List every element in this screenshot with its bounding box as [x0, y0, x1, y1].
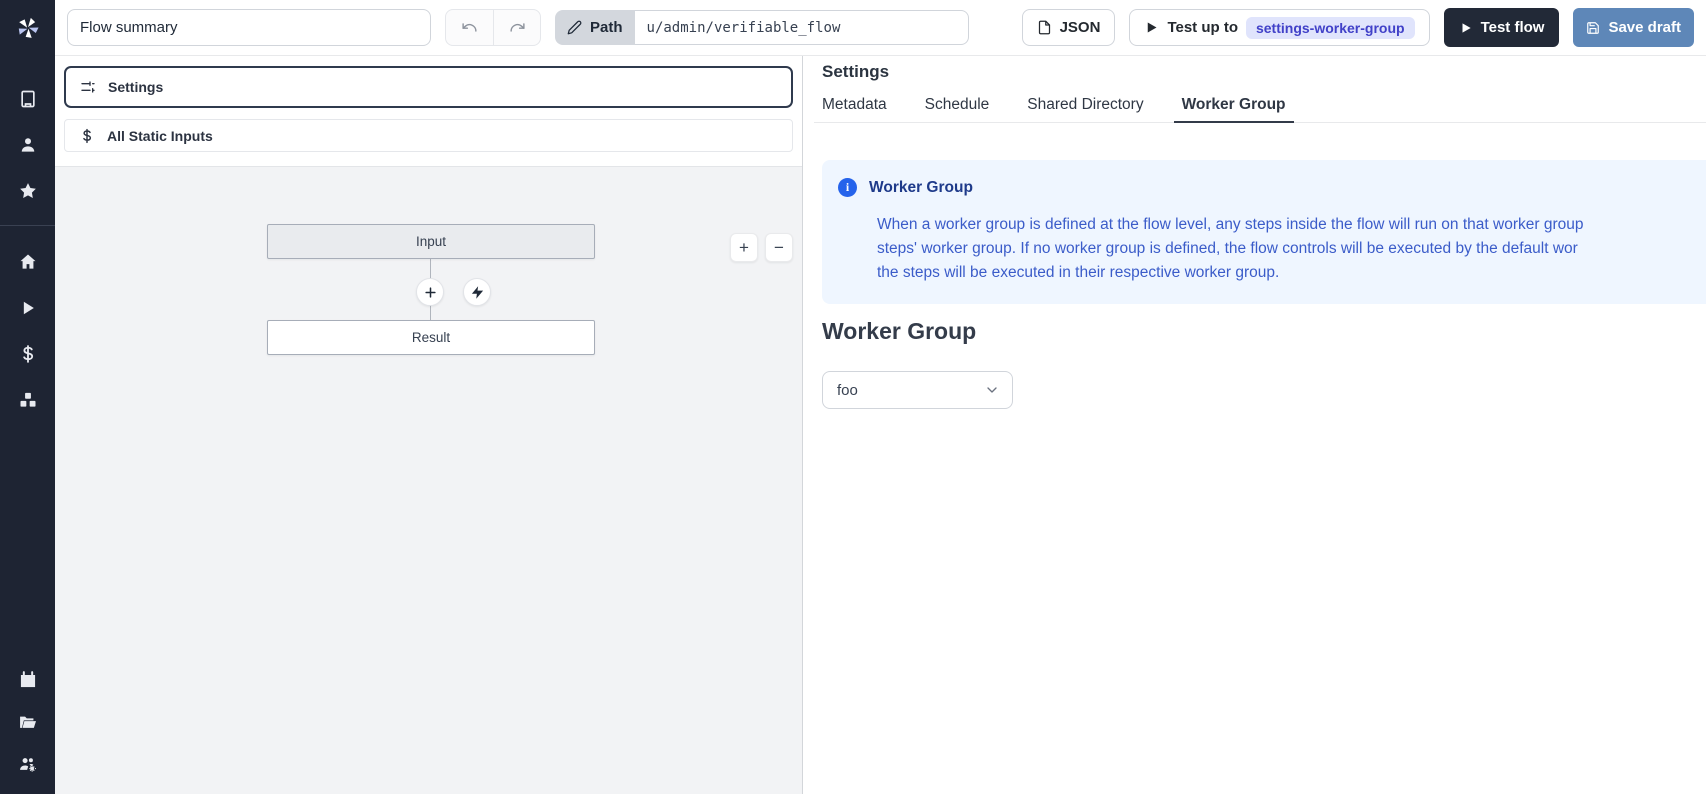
info-line: the steps will be executed in their resp… [877, 261, 1706, 285]
sidebar-item-favorites[interactable] [8, 171, 48, 211]
worker-group-info-box: i Worker Group When a worker group is de… [822, 160, 1706, 304]
settings-tabs: Metadata Schedule Shared Directory Worke… [814, 89, 1706, 123]
all-static-inputs-row[interactable]: All Static Inputs [64, 119, 793, 152]
zoom-out-button[interactable]: − [765, 233, 793, 262]
test-up-to-label: Test up to [1167, 19, 1238, 36]
flow-editor-app: Path JSON Test up to settings-worker-gro… [0, 0, 1706, 794]
building-icon [18, 89, 38, 109]
dollar-icon [79, 128, 95, 144]
play-icon [18, 298, 38, 318]
undo-button[interactable] [446, 10, 493, 45]
user-icon [18, 135, 38, 155]
info-line: steps' worker group. If no worker group … [877, 237, 1706, 261]
sidebar-item-workers[interactable] [8, 744, 48, 784]
sliders-icon [80, 79, 96, 95]
star-icon [18, 181, 38, 201]
sidebar-item-home[interactable] [8, 242, 48, 282]
sidebar-item-resources[interactable] [8, 380, 48, 420]
undo-icon [461, 19, 478, 36]
test-flow-label: Test flow [1481, 19, 1545, 36]
dollar-icon [18, 344, 38, 364]
sidebar-bottom-group [8, 658, 48, 794]
flow-graph-canvas[interactable]: Input Result + [55, 166, 802, 794]
sidebar-item-schedules[interactable] [8, 660, 48, 700]
save-icon [1586, 21, 1600, 35]
zoom-in-button[interactable]: + [730, 233, 758, 262]
users-gear-icon [18, 754, 38, 774]
info-box-header: i Worker Group [838, 178, 1706, 197]
info-box-title: Worker Group [869, 179, 973, 197]
input-node-label: Input [416, 234, 446, 249]
test-flow-button[interactable]: Test flow [1444, 8, 1560, 47]
test-up-to-step-badge: settings-worker-group [1246, 17, 1415, 39]
redo-button[interactable] [493, 10, 540, 45]
plus-icon [423, 285, 438, 300]
save-draft-button[interactable]: Save draft [1573, 8, 1694, 47]
topbar: Path JSON Test up to settings-worker-gro… [55, 0, 1706, 56]
worker-group-heading: Worker Group [822, 318, 976, 345]
cubes-icon [18, 390, 38, 410]
sidebar-divider [0, 225, 55, 226]
tab-metadata[interactable]: Metadata [814, 89, 895, 123]
play-icon [1459, 21, 1473, 35]
folder-open-icon [18, 712, 38, 732]
flow-settings-row[interactable]: Settings [64, 66, 793, 108]
json-button-label: JSON [1060, 19, 1101, 36]
add-step-button[interactable] [416, 278, 444, 306]
content: Settings All Static Inputs Input [55, 56, 1706, 794]
flow-settings-label: Settings [108, 79, 163, 95]
path-button-label: Path [590, 19, 623, 36]
worker-group-select-value: foo [837, 382, 858, 399]
home-icon [18, 252, 38, 272]
pencil-icon [567, 20, 582, 35]
all-static-inputs-label: All Static Inputs [107, 128, 213, 144]
worker-group-select[interactable]: foo [822, 371, 1013, 409]
result-node-label: Result [412, 330, 450, 345]
sidebar-top-group [0, 73, 55, 420]
result-node[interactable]: Result [267, 320, 595, 355]
flow-panel: Settings All Static Inputs Input [55, 56, 802, 794]
path-group: Path [555, 10, 969, 45]
path-button[interactable]: Path [555, 10, 635, 45]
path-input[interactable] [635, 10, 969, 45]
file-json-icon [1037, 20, 1052, 35]
input-node[interactable]: Input [267, 224, 595, 259]
main-area: Path JSON Test up to settings-worker-gro… [55, 0, 1706, 794]
calendar-icon [18, 670, 38, 690]
settings-panel: Settings Metadata Schedule Shared Direct… [803, 56, 1706, 794]
info-line: When a worker group is defined at the fl… [877, 213, 1706, 237]
trigger-button[interactable] [463, 278, 491, 306]
sidebar-item-runs[interactable] [8, 288, 48, 328]
windmill-logo[interactable] [0, 0, 55, 55]
redo-icon [509, 19, 526, 36]
windmill-logo-icon [15, 15, 41, 41]
info-box-body: When a worker group is defined at the fl… [877, 213, 1706, 285]
zap-icon [470, 285, 485, 300]
info-icon: i [838, 178, 857, 197]
undo-redo-group [445, 9, 541, 46]
test-up-to-button[interactable]: Test up to settings-worker-group [1129, 9, 1429, 46]
settings-panel-title: Settings [822, 62, 889, 82]
save-draft-label: Save draft [1608, 19, 1681, 36]
tab-worker-group[interactable]: Worker Group [1174, 89, 1294, 123]
sidebar-item-workspace[interactable] [8, 79, 48, 119]
json-button[interactable]: JSON [1022, 9, 1116, 46]
flow-summary-input[interactable] [67, 9, 431, 46]
sidebar-item-user[interactable] [8, 125, 48, 165]
sidebar-item-variables[interactable] [8, 334, 48, 374]
tab-shared-directory[interactable]: Shared Directory [1019, 89, 1151, 123]
tab-schedule[interactable]: Schedule [917, 89, 998, 123]
play-icon [1144, 20, 1159, 35]
chevron-down-icon [984, 382, 1000, 398]
sidebar [0, 0, 55, 794]
sidebar-item-folders[interactable] [8, 702, 48, 742]
